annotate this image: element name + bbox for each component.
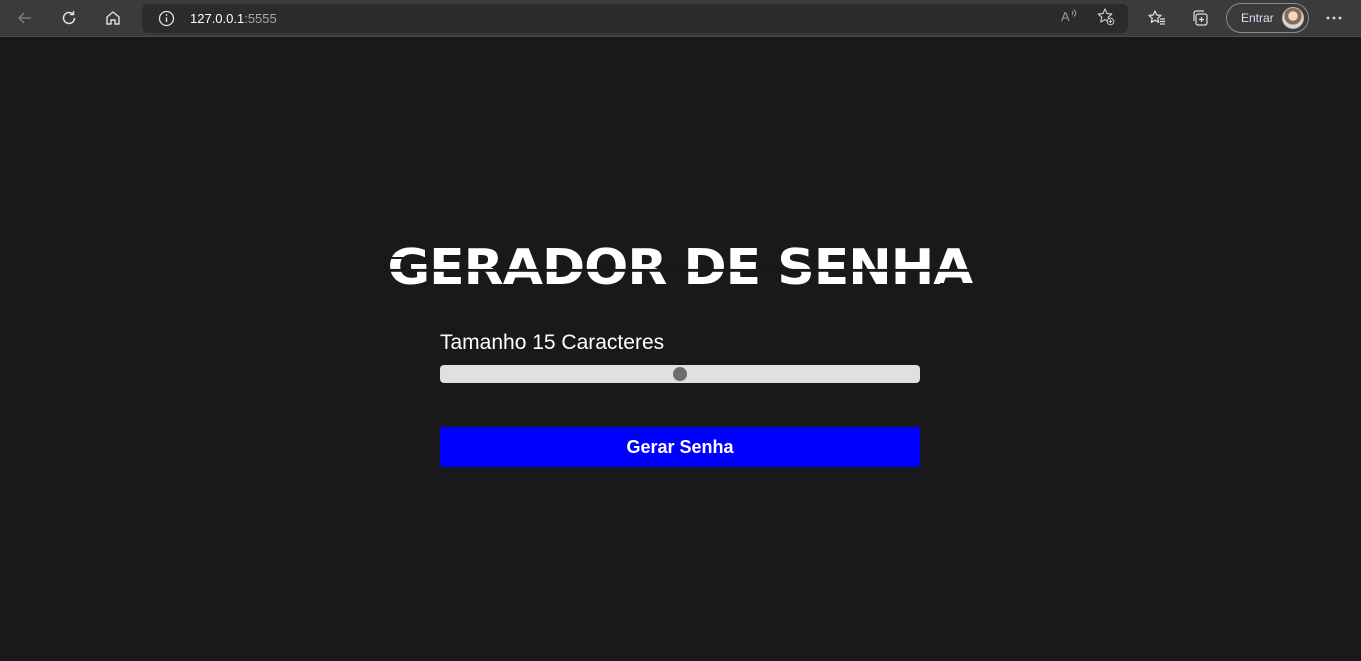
generate-password-button[interactable]: Gerar Senha bbox=[440, 427, 920, 467]
browser-toolbar: 127.0.0.1:5555 A Entrar bbox=[0, 0, 1361, 37]
reload-button[interactable] bbox=[54, 4, 84, 32]
home-button[interactable] bbox=[98, 4, 128, 32]
back-button[interactable] bbox=[10, 4, 40, 32]
title-glitch-line bbox=[380, 257, 420, 259]
favorites-icon bbox=[1147, 9, 1166, 27]
page-title-text: GERADOR DE SENHA bbox=[381, 239, 979, 297]
read-aloud-icon: A bbox=[1060, 8, 1078, 29]
length-slider[interactable] bbox=[440, 365, 920, 383]
url-host: 127.0.0.1 bbox=[190, 11, 245, 26]
more-menu-button[interactable] bbox=[1319, 4, 1349, 32]
url-text: 127.0.0.1:5555 bbox=[190, 11, 277, 26]
add-favorite-button[interactable] bbox=[1092, 7, 1118, 30]
size-label: Tamanho 15 Caracteres bbox=[440, 331, 665, 354]
signin-button[interactable]: Entrar bbox=[1226, 3, 1309, 33]
info-icon[interactable] bbox=[158, 10, 175, 32]
star-add-icon bbox=[1096, 7, 1115, 31]
arrow-left-icon bbox=[16, 9, 34, 27]
signin-label: Entrar bbox=[1241, 11, 1274, 25]
read-aloud-button[interactable]: A bbox=[1056, 7, 1082, 30]
svg-text:A: A bbox=[1061, 9, 1070, 24]
reload-icon bbox=[60, 9, 78, 27]
collections-button[interactable] bbox=[1185, 4, 1215, 32]
home-icon bbox=[104, 9, 122, 27]
url-port: :5555 bbox=[244, 11, 277, 26]
profile-avatar bbox=[1282, 7, 1304, 29]
title-glitch-line bbox=[940, 283, 980, 285]
address-bar[interactable]: 127.0.0.1:5555 A bbox=[142, 4, 1128, 33]
slider-thumb[interactable] bbox=[673, 367, 687, 381]
more-dots-icon bbox=[1325, 15, 1343, 21]
favorites-button[interactable] bbox=[1141, 4, 1171, 32]
collections-icon bbox=[1191, 9, 1210, 27]
page-title: GERADOR DE SENHA bbox=[380, 235, 980, 301]
